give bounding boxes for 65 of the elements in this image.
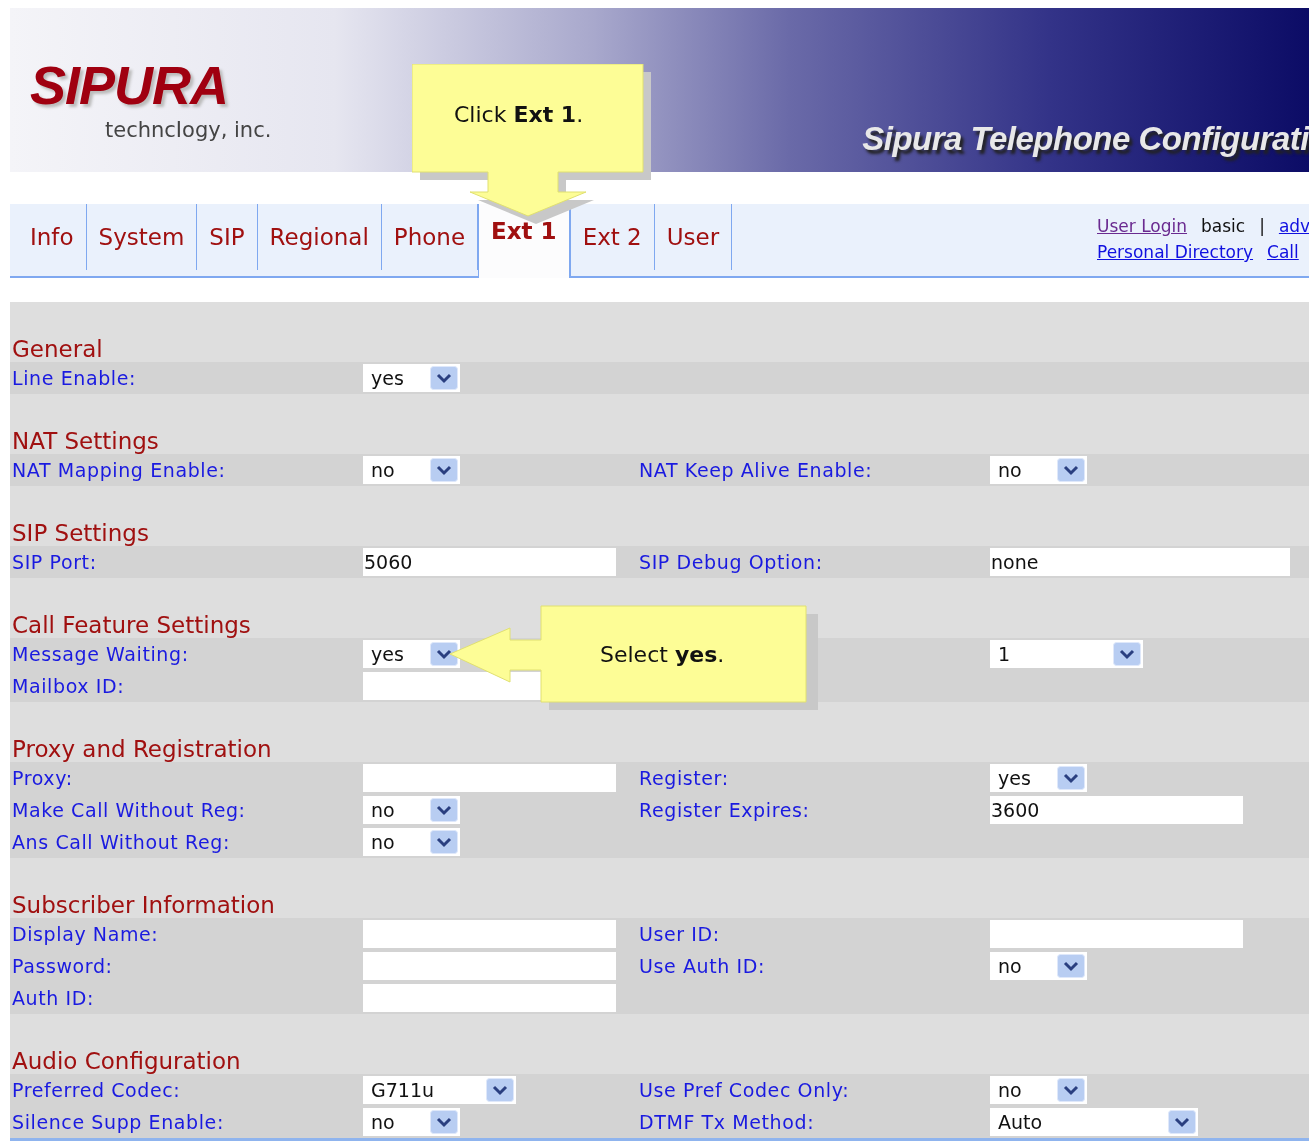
- tab[interactable]: Info: [18, 204, 87, 270]
- field-label: Register:: [638, 767, 730, 789]
- dropdown[interactable]: no: [990, 456, 1087, 484]
- field-label: Make Call Without Reg:: [11, 799, 247, 821]
- dropdown[interactable]: Auto: [990, 1108, 1198, 1136]
- field-label: Line Enable:: [11, 367, 137, 389]
- dropdown[interactable]: no: [990, 1076, 1087, 1104]
- field-label: NAT Keep Alive Enable:: [638, 459, 874, 481]
- field-label: Display Name:: [11, 923, 160, 945]
- field-label: Use Pref Codec Only:: [638, 1079, 851, 1101]
- field-label: Ans Call Without Reg:: [11, 831, 231, 853]
- dropdown[interactable]: no: [363, 456, 460, 484]
- section-title: General: [11, 335, 104, 362]
- field-label: Mailbox ID:: [11, 675, 126, 697]
- tab[interactable]: User: [654, 204, 733, 270]
- mode-text: basic: [1201, 216, 1246, 236]
- link[interactable]: User Login: [1097, 216, 1187, 236]
- tab[interactable]: Regional: [257, 204, 382, 270]
- text-field[interactable]: [363, 764, 616, 792]
- field-label: SIP Port:: [11, 551, 98, 573]
- field-label: DTMF Tx Method:: [638, 1111, 816, 1133]
- dropdown[interactable]: no: [990, 952, 1087, 980]
- text-field[interactable]: [990, 920, 1243, 948]
- section-title: Subscriber Information: [11, 891, 276, 918]
- section-title: Proxy and Registration: [11, 735, 273, 762]
- page-title: Sipura Telephone Configurati: [862, 120, 1309, 158]
- field-label: Message Waiting:: [11, 643, 190, 665]
- field-label: Auth ID:: [11, 987, 95, 1009]
- dropdown[interactable]: yes: [990, 764, 1087, 792]
- text-field[interactable]: none: [990, 548, 1290, 576]
- callout-text: Select yes.: [600, 642, 725, 667]
- dropdown[interactable]: 1: [990, 640, 1143, 668]
- field-label: User ID:: [638, 923, 721, 945]
- link[interactable]: adv: [1278, 216, 1309, 236]
- text-field[interactable]: 3600: [990, 796, 1243, 824]
- link[interactable]: Personal Directory: [1097, 242, 1254, 262]
- field-label: Password:: [11, 955, 114, 977]
- field-label: NAT Mapping Enable:: [11, 459, 227, 481]
- section-title: Audio Configuration: [11, 1047, 242, 1074]
- tab[interactable]: SIP: [197, 204, 258, 270]
- dropdown[interactable]: no: [363, 828, 460, 856]
- section-title: Call Feature Settings: [11, 611, 252, 638]
- field-label: SIP Debug Option:: [638, 551, 824, 573]
- tab[interactable]: System: [86, 204, 198, 270]
- text-field[interactable]: [363, 920, 616, 948]
- logo: SIPURA: [30, 58, 230, 112]
- field-label: Proxy:: [11, 767, 74, 789]
- link[interactable]: Call: [1267, 242, 1299, 262]
- text-field[interactable]: 5060: [363, 548, 616, 576]
- mode-text: |: [1259, 216, 1265, 236]
- section-title: SIP Settings: [11, 519, 150, 546]
- dropdown[interactable]: no: [363, 1108, 460, 1136]
- text-field[interactable]: [363, 952, 616, 980]
- dropdown[interactable]: G711u: [363, 1076, 516, 1104]
- field-label: Register Expires:: [638, 799, 811, 821]
- text-field[interactable]: [363, 984, 616, 1012]
- field-label: Use Auth ID:: [638, 955, 766, 977]
- dropdown[interactable]: yes: [363, 364, 460, 392]
- logo-subtitle: techncIogy, inc.: [105, 118, 273, 142]
- section-title: NAT Settings: [11, 427, 160, 454]
- dropdown[interactable]: no: [363, 796, 460, 824]
- dropdown[interactable]: yes: [363, 640, 460, 668]
- field-label: Silence Supp Enable:: [11, 1111, 225, 1133]
- callout-text: Click Ext 1.: [454, 102, 584, 127]
- field-label: Preferred Codec:: [11, 1079, 182, 1101]
